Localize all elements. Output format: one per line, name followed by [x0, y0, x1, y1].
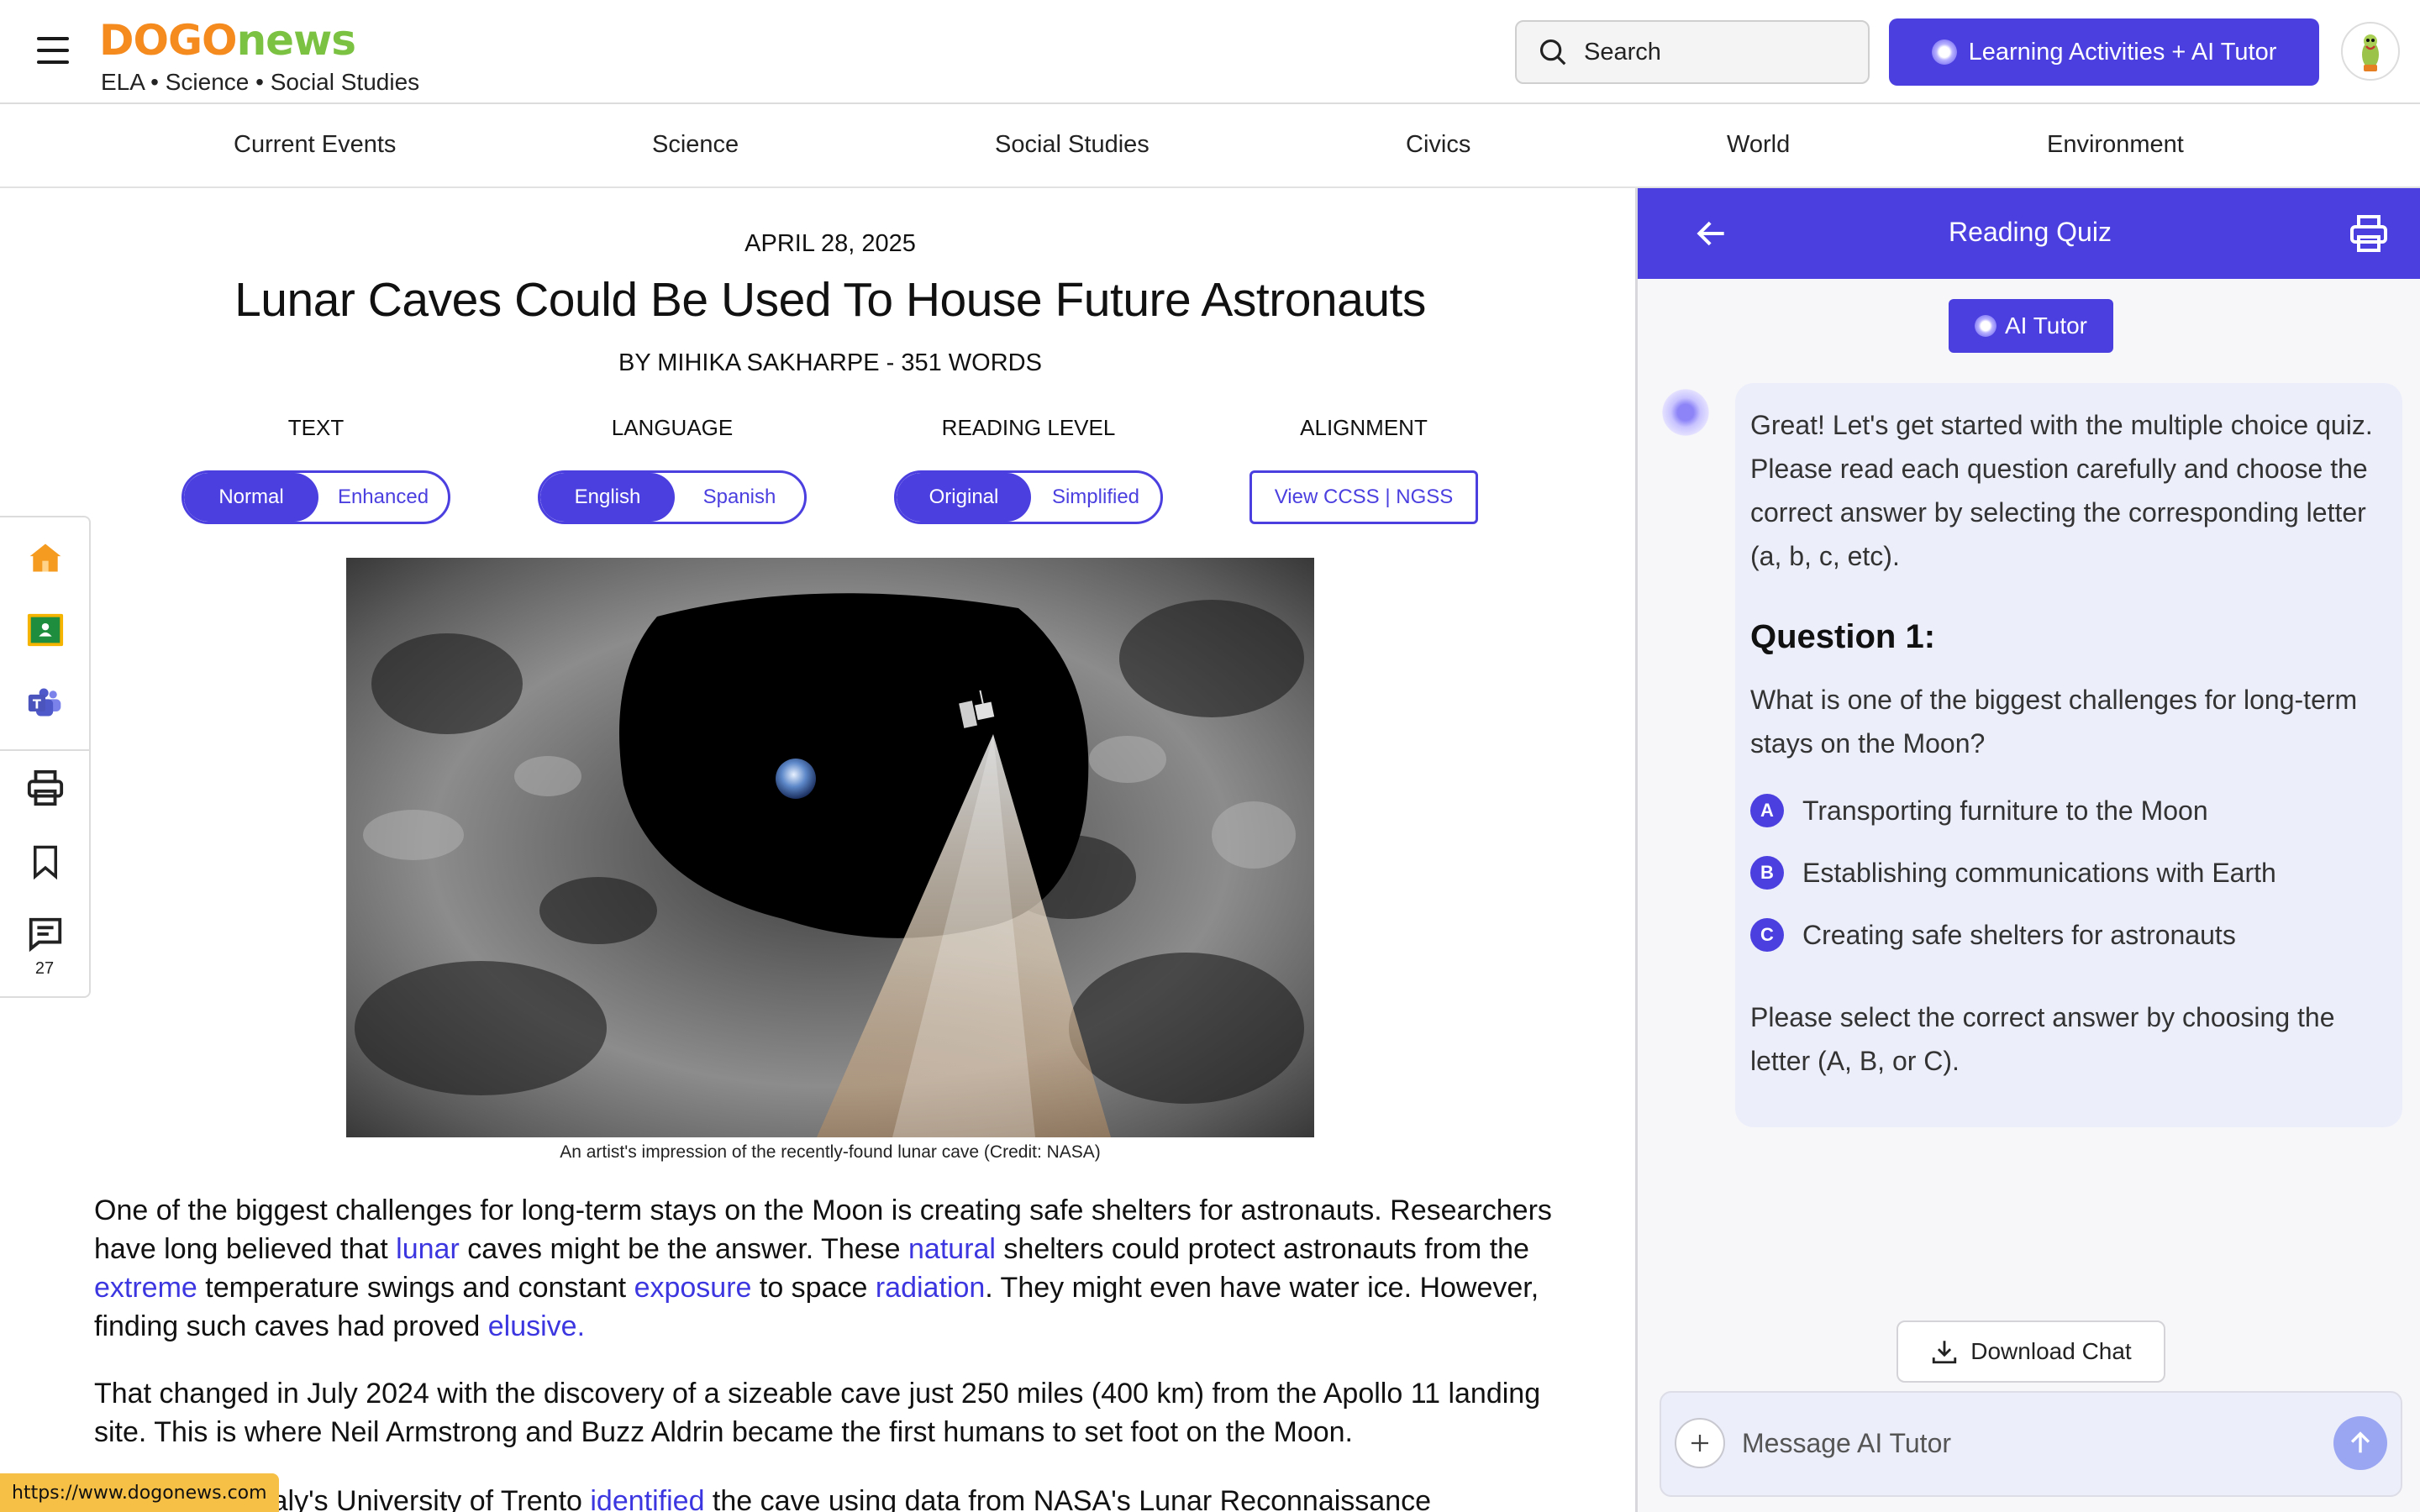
- dogonews-logo[interactable]: DOGOnews: [99, 17, 356, 64]
- add-attachment-icon[interactable]: [1675, 1418, 1725, 1468]
- link-status-bar: https://www.dogonews.com: [0, 1473, 279, 1512]
- reading-original-option[interactable]: Original: [897, 473, 1031, 522]
- search-box[interactable]: [1515, 20, 1870, 84]
- question-heading: Question 1:: [1750, 618, 1936, 655]
- download-chat-button[interactable]: Download Chat: [1897, 1320, 2165, 1383]
- search-input[interactable]: [1584, 38, 1853, 66]
- home-icon[interactable]: [24, 536, 67, 580]
- article-title: Lunar Caves Could Be Used To House Futur…: [234, 273, 1426, 327]
- quiz-panel-title: Reading Quiz: [1949, 217, 2112, 247]
- answer-letter-badge: B: [1750, 856, 1784, 890]
- nav-science[interactable]: Science: [652, 131, 739, 159]
- article-paragraph-3: Scientists at Italy's University of Tren…: [94, 1482, 1590, 1512]
- user-avatar[interactable]: [2341, 22, 2400, 81]
- image-caption: An artist's impression of the recently-f…: [560, 1142, 1101, 1162]
- article-paragraph-2: That changed in July 2024 with the disco…: [94, 1378, 1541, 1448]
- vocab-link-lunar[interactable]: lunar: [396, 1233, 460, 1265]
- download-icon: [1933, 1341, 1957, 1364]
- tool-rail: T 27: [0, 516, 91, 998]
- vocab-link-radiation[interactable]: radiation: [876, 1272, 985, 1304]
- vocab-link-natural[interactable]: natural: [908, 1233, 996, 1265]
- ai-tutor-avatar-icon: [1660, 386, 1712, 438]
- text-mode-toggle: Normal Enhanced: [182, 470, 450, 524]
- alignment-label: ALIGNMENT: [1300, 415, 1428, 440]
- nav-environment[interactable]: Environment: [2047, 131, 2184, 159]
- comments-icon[interactable]: [24, 912, 67, 956]
- quiz-panel-header: Reading Quiz: [1638, 188, 2420, 279]
- answer-letter-badge: C: [1750, 918, 1784, 952]
- vocab-link-exposure[interactable]: exposure: [634, 1272, 752, 1304]
- teams-icon[interactable]: T: [24, 680, 67, 724]
- answer-letter-badge: A: [1750, 794, 1784, 827]
- article-paragraph-1: One of the biggest challenges for long-t…: [94, 1194, 1552, 1342]
- reading-simplified-option[interactable]: Simplified: [1031, 473, 1160, 522]
- article: APRIL 28, 2025 Lunar Caves Could Be Used…: [0, 188, 1635, 1512]
- ai-sparkle-icon: [1931, 39, 1957, 65]
- language-label: LANGUAGE: [611, 415, 734, 440]
- reading-level-toggle: Original Simplified: [894, 470, 1163, 524]
- quiz-intro-text: Great! Let's get started with the multip…: [1750, 410, 2373, 571]
- nav-current-events[interactable]: Current Events: [234, 131, 396, 159]
- vocab-link-extreme[interactable]: extreme: [94, 1272, 197, 1304]
- message-composer: [1660, 1391, 2402, 1497]
- question-text: What is one of the biggest challenges fo…: [1750, 685, 2358, 759]
- text-mode-label: TEXT: [287, 415, 345, 440]
- search-icon: [1539, 39, 1566, 66]
- menu-icon[interactable]: [37, 37, 69, 64]
- language-english-option[interactable]: English: [540, 473, 675, 522]
- nav-social-studies[interactable]: Social Studies: [995, 131, 1150, 159]
- vocab-link-identified[interactable]: identified: [590, 1485, 704, 1512]
- send-arrow-icon[interactable]: [2333, 1416, 2387, 1470]
- svg-text:T: T: [33, 697, 41, 711]
- article-byline: BY MIHIKA SAKHARPE - 351 WORDS: [618, 349, 1042, 376]
- language-toggle: English Spanish: [538, 470, 807, 524]
- view-standards-button[interactable]: View CCSS | NGSS: [1249, 470, 1478, 524]
- ai-tutor-button[interactable]: AI Tutor: [1949, 299, 2113, 353]
- answer-option-b[interactable]: B Establishing communications with Earth: [1750, 851, 2387, 895]
- message-input[interactable]: [1742, 1421, 2263, 1465]
- print-quiz-icon[interactable]: [2349, 213, 2389, 254]
- vocab-link-elusive[interactable]: elusive.: [488, 1310, 585, 1342]
- ai-sparkle-icon: [1974, 315, 1996, 337]
- reading-level-label: READING LEVEL: [941, 415, 1116, 440]
- comment-count: 27: [34, 959, 55, 978]
- text-enhanced-option[interactable]: Enhanced: [318, 473, 448, 522]
- category-nav: Current Events Science Social Studies Ci…: [0, 104, 2420, 188]
- ai-message-bubble: Great! Let's get started with the multip…: [1735, 383, 2402, 1127]
- bookmark-icon[interactable]: [24, 840, 67, 884]
- answer-option-a[interactable]: A Transporting furniture to the Moon: [1750, 789, 2387, 832]
- nav-world[interactable]: World: [1727, 131, 1790, 159]
- learning-activities-button[interactable]: Learning Activities + AI Tutor: [1889, 18, 2319, 86]
- language-spanish-option[interactable]: Spanish: [675, 473, 804, 522]
- google-classroom-icon[interactable]: [24, 608, 67, 652]
- article-date: APRIL 28, 2025: [744, 230, 916, 257]
- text-normal-option[interactable]: Normal: [184, 473, 318, 522]
- quiz-instruction-text: Please select the correct answer by choo…: [1750, 1002, 2335, 1076]
- site-header: DOGOnews ELA • Science • Social Studies …: [0, 0, 2420, 104]
- site-tagline: ELA • Science • Social Studies: [101, 69, 420, 95]
- article-image: [346, 558, 1314, 1137]
- nav-civics[interactable]: Civics: [1406, 131, 1470, 159]
- print-icon[interactable]: [24, 766, 67, 810]
- answer-option-c[interactable]: C Creating safe shelters for astronauts: [1750, 913, 2387, 957]
- quiz-panel: Reading Quiz AI Tutor Great! Let's get s…: [1635, 188, 2420, 1512]
